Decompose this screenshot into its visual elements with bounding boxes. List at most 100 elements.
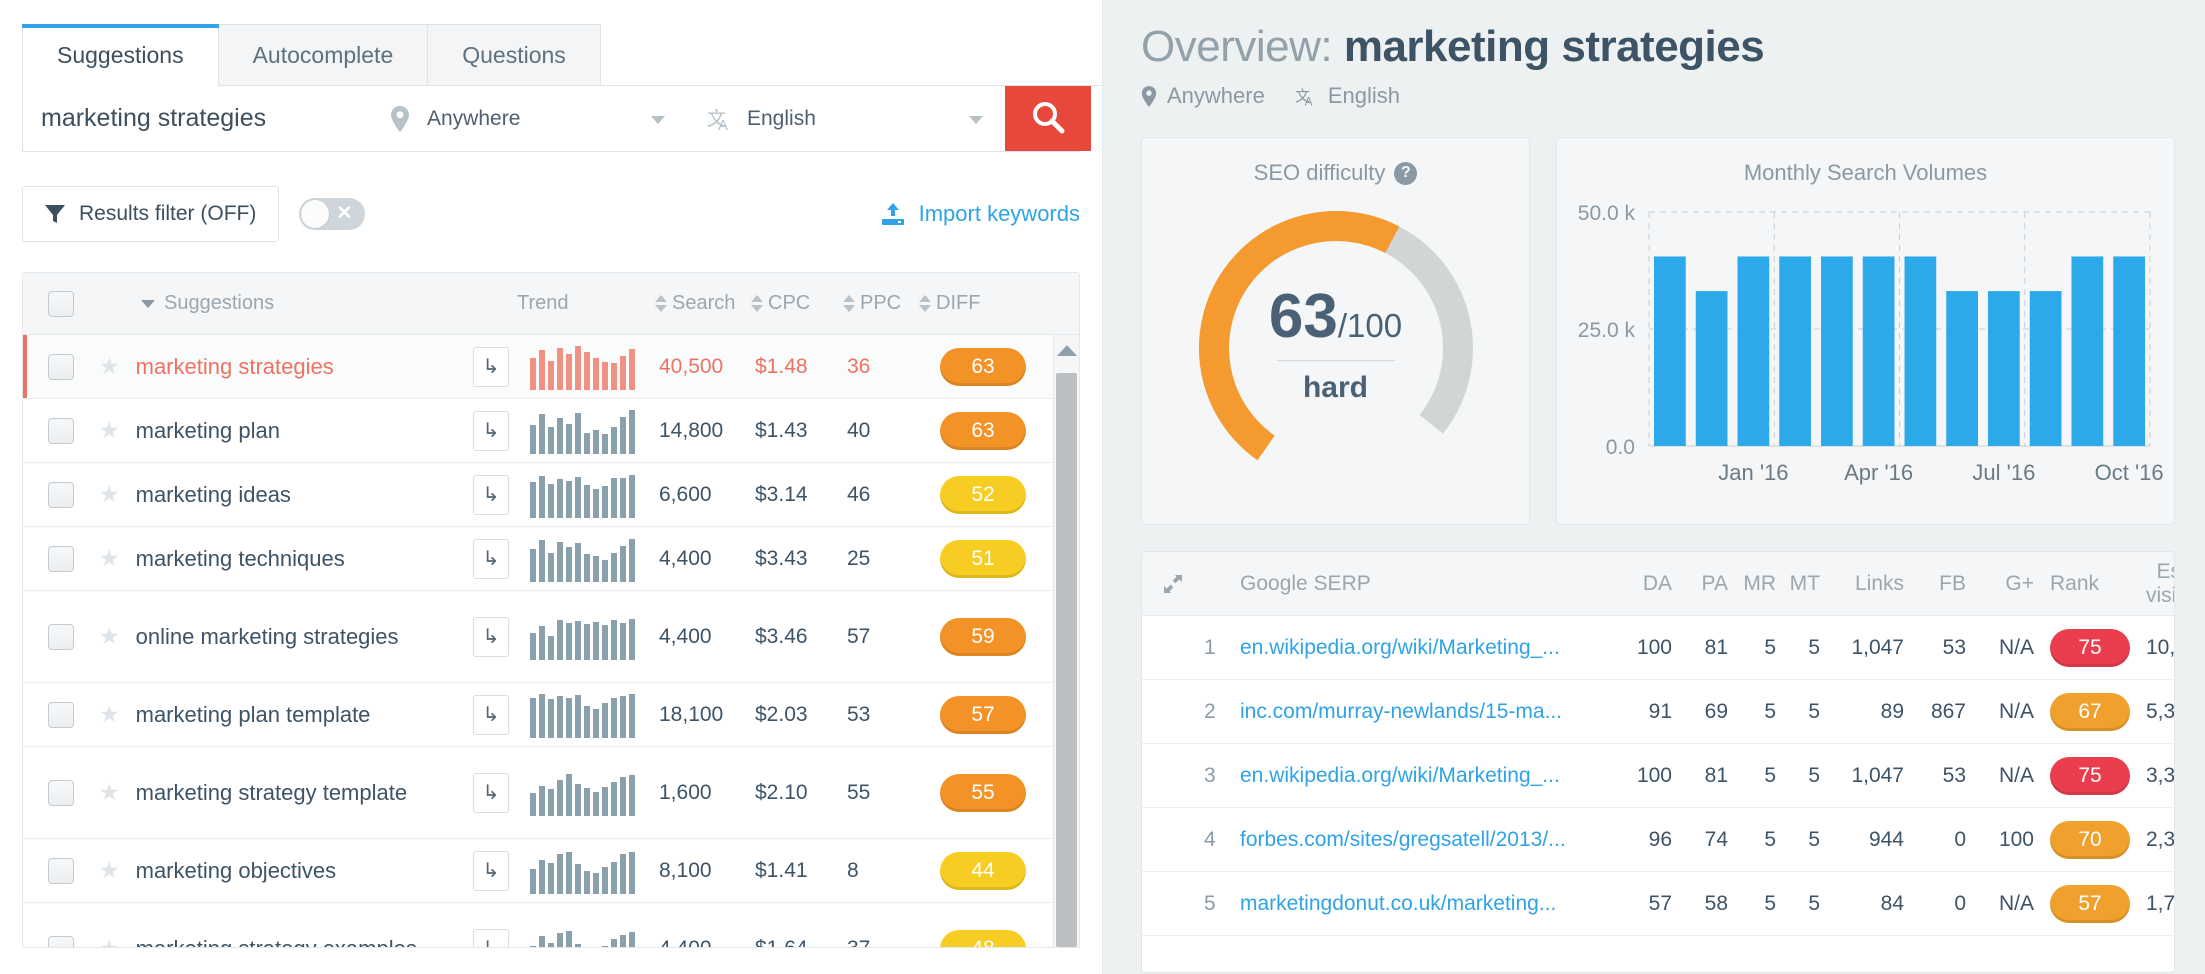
row-checkbox[interactable]: [48, 418, 74, 444]
google-serp-table: Google SERP DA PA MR MT Links FB G+ Rank…: [1141, 551, 2175, 973]
star-icon[interactable]: ★: [99, 857, 120, 884]
row-checkbox[interactable]: [48, 546, 74, 572]
scroll-up-arrow-icon[interactable]: [1057, 345, 1077, 356]
star-icon[interactable]: ★: [99, 935, 120, 948]
serp-row[interactable]: 1en.wikipedia.org/wiki/Marketing_...1008…: [1142, 616, 2174, 680]
tab-suggestions[interactable]: Suggestions: [22, 24, 219, 86]
results-filter-button[interactable]: Results filter (OFF): [22, 186, 279, 242]
keyword-table-scrollbar[interactable]: [1053, 335, 1079, 947]
keyword-search-input[interactable]: [23, 86, 377, 151]
table-row[interactable]: ★marketing strategy template↳1,600$2.105…: [23, 747, 1079, 839]
go-to-keyword-icon[interactable]: ↳: [473, 695, 509, 735]
serp-column-da[interactable]: DA: [1610, 572, 1672, 596]
table-row[interactable]: ★marketing strategies↳40,500$1.483663: [23, 335, 1079, 399]
go-to-keyword-icon[interactable]: ↳: [473, 773, 509, 813]
table-row[interactable]: ★marketing ideas↳6,600$3.144652: [23, 463, 1079, 527]
serp-result-link[interactable]: en.wikipedia.org/wiki/Marketing_...: [1240, 636, 1610, 660]
column-diff[interactable]: DIFF: [919, 292, 1047, 315]
column-search[interactable]: Search: [655, 292, 751, 315]
star-icon[interactable]: ★: [99, 481, 120, 508]
row-ppc: 55: [843, 781, 919, 805]
column-ppc[interactable]: PPC: [843, 292, 919, 315]
go-to-keyword-icon[interactable]: ↳: [473, 617, 509, 657]
row-checkbox[interactable]: [48, 624, 74, 650]
serp-column-links[interactable]: Links: [1820, 572, 1904, 596]
go-to-keyword-icon[interactable]: ↳: [473, 851, 509, 891]
star-icon[interactable]: ★: [99, 623, 120, 650]
serp-column-mt[interactable]: MT: [1776, 572, 1820, 596]
star-icon[interactable]: ★: [99, 417, 120, 444]
language-select[interactable]: 文A English: [687, 86, 1005, 151]
serp-row-mr: 5: [1728, 892, 1776, 916]
seo-difficulty-card: SEO difficulty ? 63/100 hard: [1141, 137, 1530, 525]
go-to-keyword-icon[interactable]: ↳: [473, 475, 509, 515]
column-cpc[interactable]: CPC: [751, 292, 843, 315]
serp-row-gplus: N/A: [1966, 700, 2034, 724]
serp-row-da: 96: [1610, 828, 1672, 852]
scrollbar-thumb[interactable]: [1056, 373, 1077, 947]
filter-toggle[interactable]: ✕: [299, 198, 365, 230]
column-ppc-label: PPC: [860, 292, 901, 315]
star-icon[interactable]: ★: [99, 779, 120, 806]
serp-column-gplus[interactable]: G+: [1966, 572, 2034, 596]
import-keywords-button[interactable]: Import keywords: [881, 201, 1080, 227]
table-row[interactable]: ★marketing strategy examples↳4,400$1.643…: [23, 903, 1079, 948]
serp-column-rank[interactable]: Rank: [2034, 572, 2146, 596]
serp-column-visits[interactable]: Est. visits: [2146, 560, 2175, 608]
table-row[interactable]: ★marketing plan template↳18,100$2.035357: [23, 683, 1079, 747]
row-select-cell: [23, 482, 99, 508]
serp-row-gplus: 100: [1966, 828, 2034, 852]
row-checkbox[interactable]: [48, 780, 74, 806]
help-circle-icon[interactable]: ?: [1394, 162, 1417, 185]
serp-row-gplus: N/A: [1966, 892, 2034, 916]
serp-result-link[interactable]: marketingdonut.co.uk/marketing...: [1240, 892, 1610, 916]
serp-row-da: 100: [1610, 764, 1672, 788]
trend-sparkline: [530, 848, 635, 894]
serp-row[interactable]: 5marketingdonut.co.uk/marketing...575855…: [1142, 872, 2174, 936]
serp-column-fb[interactable]: FB: [1904, 572, 1966, 596]
serp-row[interactable]: 2inc.com/murray-newlands/15-ma...9169558…: [1142, 680, 2174, 744]
serp-row[interactable]: 4forbes.com/sites/gregsatell/2013/...967…: [1142, 808, 2174, 872]
serp-row[interactable]: 3en.wikipedia.org/wiki/Marketing_...1008…: [1142, 744, 2174, 808]
table-row[interactable]: ★marketing plan↳14,800$1.434063: [23, 399, 1079, 463]
keyword-research-panel: Suggestions Autocomplete Questions Anywh…: [0, 0, 1103, 974]
row-diff-cell: 59: [919, 618, 1047, 656]
select-all-checkbox[interactable]: [48, 291, 74, 317]
row-checkbox[interactable]: [48, 354, 74, 380]
serp-column-pa[interactable]: PA: [1672, 572, 1728, 596]
row-keyword-label: marketing plan: [136, 417, 473, 445]
star-icon[interactable]: ★: [99, 353, 120, 380]
table-row[interactable]: ★marketing objectives↳8,100$1.41844: [23, 839, 1079, 903]
go-to-keyword-icon[interactable]: ↳: [473, 347, 509, 387]
row-checkbox[interactable]: [48, 702, 74, 728]
serp-result-link[interactable]: en.wikipedia.org/wiki/Marketing_...: [1240, 764, 1610, 788]
star-icon[interactable]: ★: [99, 545, 120, 572]
table-row[interactable]: ★marketing techniques↳4,400$3.432551: [23, 527, 1079, 591]
column-diff-label: DIFF: [936, 292, 980, 315]
row-ppc: 53: [843, 703, 919, 727]
star-icon[interactable]: ★: [99, 701, 120, 728]
row-cpc: $1.64: [751, 937, 843, 949]
serp-result-link[interactable]: forbes.com/sites/gregsatell/2013/...: [1240, 828, 1610, 852]
serp-column-mr[interactable]: MR: [1728, 572, 1776, 596]
table-row[interactable]: ★online marketing strategies↳4,400$3.465…: [23, 591, 1079, 683]
row-checkbox[interactable]: [48, 936, 74, 949]
tab-questions[interactable]: Questions: [427, 24, 601, 86]
row-checkbox[interactable]: [48, 482, 74, 508]
row-cpc: $2.03: [751, 703, 843, 727]
go-to-keyword-icon[interactable]: ↳: [473, 411, 509, 451]
trend-sparkline: [530, 926, 635, 949]
serp-result-link[interactable]: inc.com/murray-newlands/15-ma...: [1240, 700, 1610, 724]
column-suggestions[interactable]: Suggestions: [99, 292, 509, 315]
go-to-keyword-icon[interactable]: ↳: [473, 539, 509, 579]
trend-sparkline: [530, 408, 635, 454]
search-button[interactable]: [1005, 86, 1091, 151]
seo-difficulty-title: SEO difficulty: [1254, 160, 1386, 186]
row-checkbox[interactable]: [48, 858, 74, 884]
expand-icon[interactable]: [1142, 573, 1204, 595]
location-select[interactable]: Anywhere: [367, 86, 687, 151]
row-search-volume: 18,100: [655, 703, 751, 727]
go-to-keyword-icon[interactable]: ↳: [473, 929, 509, 949]
tab-autocomplete[interactable]: Autocomplete: [218, 24, 429, 86]
row-diff-cell: 55: [919, 774, 1047, 812]
